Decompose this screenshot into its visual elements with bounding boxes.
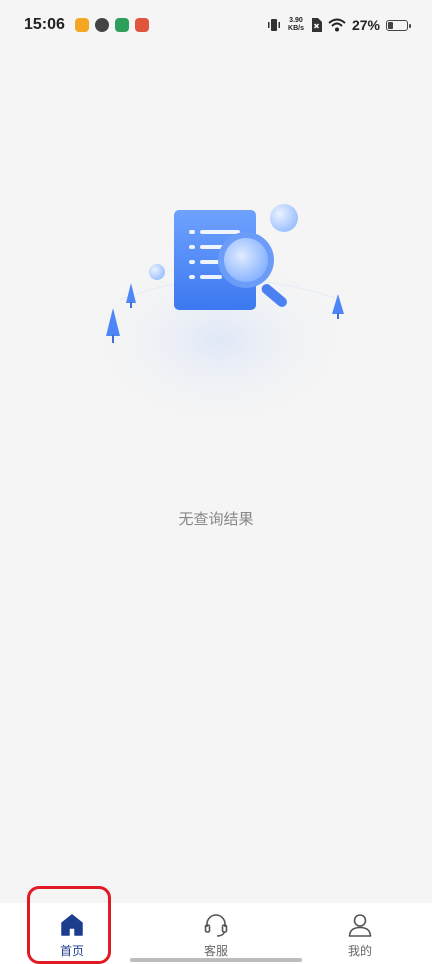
tab-customer-service[interactable]: 客服 [144, 903, 288, 964]
network-speed-unit: KB/s [288, 25, 304, 32]
network-speed-value: 3.90 [289, 17, 303, 24]
status-bar: 15:06 3.90 KB/s 27% [0, 0, 432, 50]
tab-customer-service-label: 客服 [203, 944, 228, 958]
empty-result-message: 无查询结果 [178, 510, 254, 528]
status-left: 15:06 [24, 16, 149, 34]
home-indicator[interactable] [130, 958, 302, 962]
news-notification-icon [134, 18, 149, 32]
battery-level [388, 21, 393, 29]
no-sim-icon [311, 18, 322, 32]
empty-result-illustration [80, 204, 360, 435]
large-sphere [270, 204, 298, 232]
wifi-icon [328, 18, 346, 32]
network-speed: 3.90 KB/s [288, 17, 304, 33]
tab-profile[interactable]: 我的 [288, 903, 432, 964]
status-right: 3.90 KB/s 27% [266, 17, 411, 33]
tab-profile-label: 我的 [347, 944, 372, 958]
app-notification-icon [94, 18, 109, 32]
battery-percent: 27% [351, 17, 380, 33]
status-time: 15:06 [24, 16, 65, 33]
weibo-notification-icon [74, 18, 89, 32]
user-icon [348, 914, 372, 937]
small-sphere [149, 264, 165, 280]
headset-icon [204, 914, 228, 937]
vibrate-icon [268, 19, 281, 31]
highlight-annotation-box [27, 886, 111, 964]
battery-icon [386, 19, 411, 31]
map-notification-icon [114, 18, 129, 32]
